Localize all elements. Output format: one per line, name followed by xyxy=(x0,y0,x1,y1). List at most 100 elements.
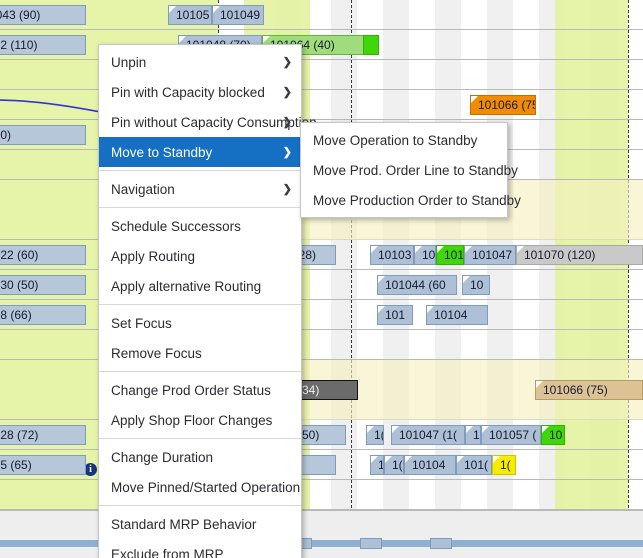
gantt-bar[interactable]: 035 (65) xyxy=(0,455,86,475)
menu-item-move-pinned-started-operation[interactable]: Move Pinned/Started Operation xyxy=(99,472,301,502)
menu-item-label: Move Pinned/Started Operation xyxy=(111,479,301,495)
menu-separator xyxy=(99,438,301,439)
bar-notch-icon xyxy=(213,6,220,13)
gantt-bar[interactable]: 101066 (75 xyxy=(470,95,536,115)
menu-item-schedule-successors[interactable]: Schedule Successors xyxy=(99,211,301,241)
bar-notch-icon xyxy=(466,426,473,433)
menu-item-label: Unpin xyxy=(111,54,147,70)
gantt-bar[interactable]: 101066 (75) xyxy=(535,380,643,400)
gantt-bar[interactable]: 038 (66) xyxy=(0,305,86,325)
menu-item-apply-alternative-routing[interactable]: Apply alternative Routing xyxy=(99,271,301,301)
gantt-bar-label: 042 (110) xyxy=(0,38,38,52)
gantt-bar[interactable]: 10104 xyxy=(426,305,488,325)
menu-item-pin-with-capacity-blocked[interactable]: Pin with Capacity blocked ❯ xyxy=(99,77,301,107)
menu-item-label: Change Duration xyxy=(111,449,214,465)
move-to-standby-submenu[interactable]: Move Operation to Standby Move Prod. Orde… xyxy=(300,122,521,218)
menu-item-set-focus[interactable]: Set Focus xyxy=(99,308,301,338)
gantt-bar[interactable]: 101057 ( xyxy=(481,425,541,445)
gantt-bar[interactable]: 101047 (1( xyxy=(391,425,465,445)
bar-notch-icon xyxy=(392,426,399,433)
menu-separator xyxy=(99,170,301,171)
gantt-bar[interactable]: 101( xyxy=(456,455,492,475)
gantt-bar[interactable]: 101049 xyxy=(212,5,264,25)
gantt-bar[interactable]: 101( xyxy=(436,245,464,265)
gantt-bar[interactable]: 1( xyxy=(492,455,516,475)
gantt-chart-area[interactable]: i 1043 (90)10105101049042 (110)101048 (7… xyxy=(0,0,643,558)
gantt-bar[interactable]: 1030 (50) xyxy=(0,275,86,295)
bar-notch-icon xyxy=(427,306,434,313)
menu-item-label: Move Prod. Order Line to Standby xyxy=(313,162,518,178)
menu-item-navigation[interactable]: Navigation ❯ xyxy=(99,174,301,204)
gantt-bar-label: 10104 xyxy=(434,308,468,322)
gantt-bar-label: 101066 (75) xyxy=(543,383,608,397)
gantt-bar-label: 1030 (50) xyxy=(0,278,39,292)
gantt-bar[interactable]: 10105 xyxy=(168,5,212,25)
gantt-bar[interactable]: 10 xyxy=(414,245,436,265)
bar-notch-icon xyxy=(437,246,444,253)
menu-item-remove-focus[interactable]: Remove Focus xyxy=(99,338,301,368)
gantt-bar[interactable]: 042 (110) xyxy=(0,35,86,55)
menu-item-pin-without-capacity-consumption[interactable]: Pin without Capacity Consumption ❯ xyxy=(99,107,317,137)
menu-item-move-operation-to-standby[interactable]: Move Operation to Standby xyxy=(301,125,507,155)
gantt-bar[interactable]: 1( xyxy=(366,425,384,445)
menu-item-label: Apply Routing xyxy=(111,248,196,264)
chevron-right-icon: ❯ xyxy=(282,146,292,159)
gantt-bar-label: 120) xyxy=(0,128,12,142)
bar-notch-icon xyxy=(179,36,186,43)
gantt-bar[interactable]: 1022 (60) xyxy=(0,245,86,265)
gantt-bar[interactable]: 101044 (60 xyxy=(377,275,457,295)
gantt-bar[interactable]: 10 xyxy=(462,275,490,295)
gantt-bar[interactable]: 120) xyxy=(0,125,86,145)
gantt-bar[interactable]: 1( xyxy=(384,455,404,475)
gantt-bar-label: 10103 xyxy=(378,248,412,262)
menu-separator xyxy=(99,371,301,372)
gantt-bar[interactable]: 10 xyxy=(541,425,565,445)
menu-item-move-to-standby[interactable]: Move to Standby ❯ xyxy=(99,137,301,167)
gantt-bar-label: 101047 (1( xyxy=(399,428,458,442)
gantt-bar-label: 1028 (72) xyxy=(0,428,39,442)
menu-item-standard-mrp-behavior[interactable]: Standard MRP Behavior xyxy=(99,509,301,539)
bar-notch-icon xyxy=(378,276,385,283)
bar-notch-icon xyxy=(405,456,412,463)
menu-item-apply-shop-floor-changes[interactable]: Apply Shop Floor Changes xyxy=(99,405,301,435)
gantt-bar-label: 101044 (60 xyxy=(385,278,446,292)
bar-notch-icon xyxy=(482,426,489,433)
menu-item-unpin[interactable]: Unpin ❯ xyxy=(99,47,301,77)
gantt-bars-layer: 1043 (90)10105101049042 (110)101048 (70)… xyxy=(0,0,643,558)
menu-item-exclude-from-mrp[interactable]: Exclude from MRP xyxy=(99,539,301,558)
menu-item-label: Exclude from MRP xyxy=(111,546,224,558)
menu-item-label: Change Prod Order Status xyxy=(111,382,271,398)
chevron-right-icon: ❯ xyxy=(282,56,292,69)
bar-notch-icon xyxy=(371,246,378,253)
gantt-bar[interactable]: 101070 (120) xyxy=(516,245,643,265)
gantt-bar[interactable]: 10103 xyxy=(370,245,414,265)
gantt-bar[interactable]: 1 xyxy=(370,455,384,475)
menu-item-label: Remove Focus xyxy=(111,345,202,361)
bar-notch-icon xyxy=(493,456,500,463)
gantt-bar[interactable]: 1028 (72) xyxy=(0,425,86,445)
screen-root: i 1043 (90)10105101049042 (110)101048 (7… xyxy=(0,0,643,558)
gantt-bar[interactable] xyxy=(363,35,379,55)
menu-item-change-prod-order-status[interactable]: Change Prod Order Status xyxy=(99,375,301,405)
operation-context-menu[interactable]: Unpin ❯ Pin with Capacity blocked ❯ Pin with… xyxy=(98,44,317,558)
menu-item-label: Set Focus xyxy=(111,315,172,331)
gantt-bar[interactable]: 101 xyxy=(377,305,413,325)
menu-separator xyxy=(99,505,301,506)
gantt-bar[interactable]: 1( xyxy=(465,425,481,445)
bar-notch-icon xyxy=(385,456,392,463)
menu-item-label: Schedule Successors xyxy=(111,218,241,234)
menu-item-move-prod-order-line-to-standby[interactable]: Move Prod. Order Line to Standby xyxy=(301,155,518,185)
menu-item-apply-routing[interactable]: Apply Routing xyxy=(99,241,301,271)
bar-notch-icon xyxy=(263,36,270,43)
gantt-bar[interactable]: 101047 xyxy=(464,245,516,265)
menu-item-move-production-order-to-standby[interactable]: Move Production Order to Standby xyxy=(301,185,521,215)
bar-notch-icon xyxy=(415,246,422,253)
gantt-bar-label: 10104 xyxy=(412,458,446,472)
gantt-bar-label: 101057 ( xyxy=(489,428,537,442)
menu-item-label: Move Operation to Standby xyxy=(313,132,478,148)
menu-item-change-duration[interactable]: Change Duration xyxy=(99,442,301,472)
menu-item-label: Move to Standby xyxy=(111,144,213,160)
gantt-bar[interactable]: 10104 xyxy=(404,455,456,475)
gantt-bar[interactable]: 1043 (90) xyxy=(0,5,86,25)
menu-separator xyxy=(99,304,301,305)
